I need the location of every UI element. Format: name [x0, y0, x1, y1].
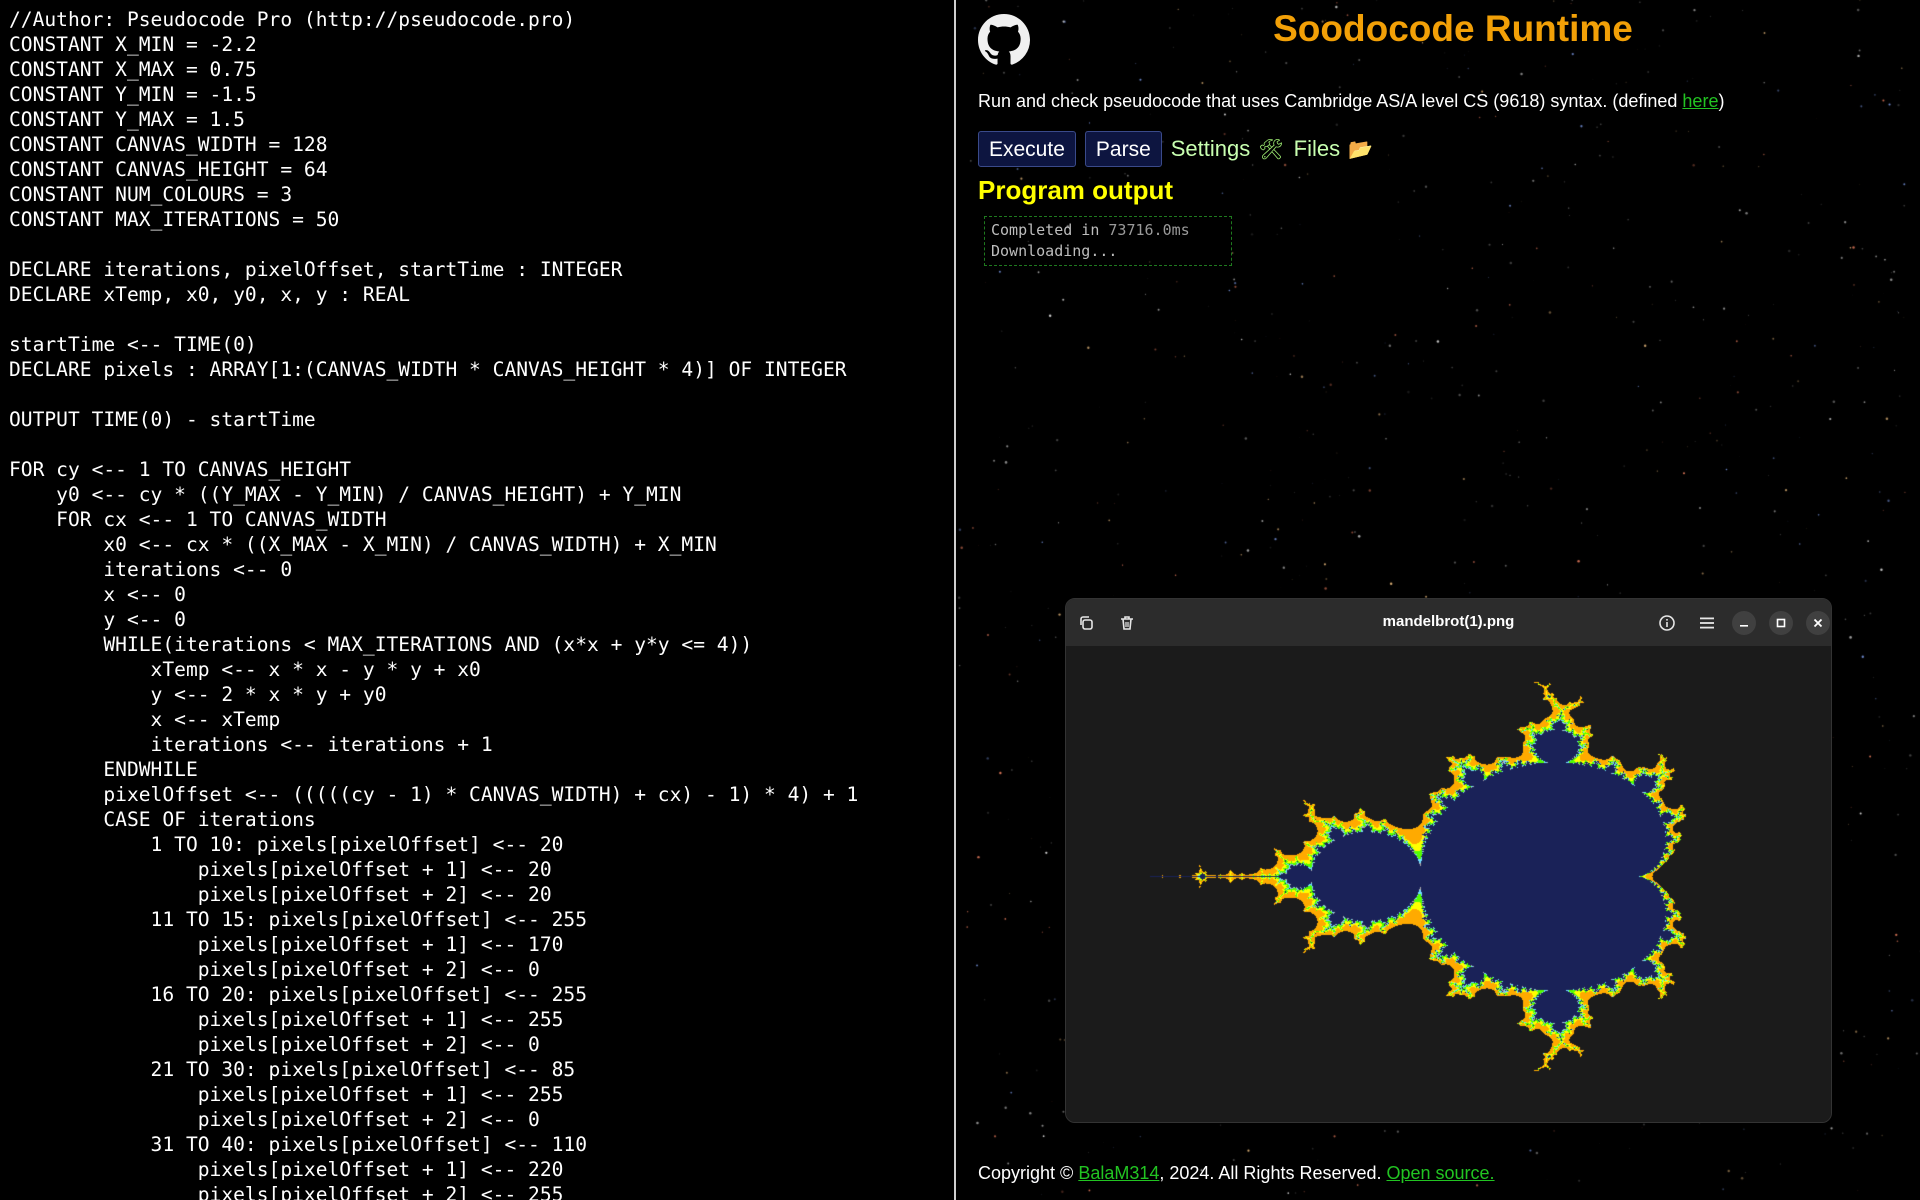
toolbar: Execute Parse Settings 🛠 Files 📂 [978, 131, 1383, 167]
code-line: 16 TO 20: pixels[pixelOffset] <-- 255 [9, 983, 588, 1006]
code-line: y <-- 0 [9, 608, 186, 631]
output-line-completed: Completed in 73716.0ms [991, 220, 1231, 241]
completed-text: Completed in [991, 221, 1109, 239]
viewer-titlebar[interactable]: mandelbrot(1).png [1066, 599, 1831, 647]
output-heading: Program output [978, 175, 1173, 205]
code-line: DECLARE iterations, pixelOffset, startTi… [9, 258, 623, 281]
code-line: 1 TO 10: pixels[pixelOffset] <-- 20 [9, 833, 564, 856]
code-line: 21 TO 30: pixels[pixelOffset] <-- 85 [9, 1058, 576, 1081]
files-button[interactable]: Files 📂 [1294, 136, 1373, 162]
copyright-suffix: , 2024. All Rights Reserved. [1159, 1163, 1387, 1183]
code-line: iterations <-- 0 [9, 558, 293, 581]
info-icon[interactable] [1654, 610, 1680, 636]
mandelbrot-image [1106, 676, 1746, 1076]
syntax-definition-link[interactable]: here [1682, 91, 1718, 111]
code-line: CASE OF iterations [9, 808, 316, 831]
code-line: FOR cy <-- 1 TO CANVAS_HEIGHT [9, 458, 352, 481]
code-line: xTemp <-- x * x - y * y + x0 [9, 658, 481, 681]
image-viewer-window[interactable]: mandelbrot(1).png [1065, 598, 1832, 1123]
code-line: pixels[pixelOffset + 1] <-- 20 [9, 858, 552, 881]
code-line: pixels[pixelOffset + 2] <-- 255 [9, 1183, 564, 1200]
open-source-link[interactable]: Open source. [1387, 1163, 1495, 1183]
code-line: pixels[pixelOffset + 2] <-- 0 [9, 958, 540, 981]
code-line: DECLARE xTemp, x0, y0, x, y : REAL [9, 283, 411, 306]
code-line: FOR cx <-- 1 TO CANVAS_WIDTH [9, 508, 387, 531]
code-line: //Author: Pseudocode Pro (http://pseudoc… [9, 8, 576, 31]
folder-icon: 📂 [1348, 138, 1373, 161]
code-line: 11 TO 15: pixels[pixelOffset] <-- 255 [9, 908, 588, 931]
code-line: CONSTANT CANVAS_HEIGHT = 64 [9, 158, 328, 181]
completed-time: 73716.0ms [1108, 221, 1190, 239]
code-line: CONSTANT NUM_COLOURS = 3 [9, 183, 293, 206]
code-line: pixelOffset <-- (((((cy - 1) * CANVAS_WI… [9, 783, 859, 806]
code-line: y0 <-- cy * ((Y_MAX - Y_MIN) / CANVAS_HE… [9, 483, 682, 506]
app-description: Run and check pseudocode that uses Cambr… [978, 91, 1724, 112]
code-line: OUTPUT TIME(0) - startTime [9, 408, 316, 431]
code-line: pixels[pixelOffset + 1] <-- 170 [9, 933, 564, 956]
app-title: Soodocode Runtime [1273, 8, 1633, 49]
code-line: x0 <-- cx * ((X_MAX - X_MIN) / CANVAS_WI… [9, 533, 717, 556]
code-line: x <-- xTemp [9, 708, 281, 731]
code-line: DECLARE pixels : ARRAY[1:(CANVAS_WIDTH *… [9, 358, 847, 381]
execute-button[interactable]: Execute [978, 131, 1076, 167]
code-editor[interactable]: //Author: Pseudocode Pro (http://pseudoc… [0, 0, 954, 1200]
author-link[interactable]: BalaM314 [1078, 1163, 1159, 1183]
code-line: CONSTANT X_MAX = 0.75 [9, 58, 257, 81]
code-line: CONSTANT MAX_ITERATIONS = 50 [9, 208, 340, 231]
code-line: y <-- 2 * x * y + y0 [9, 683, 387, 706]
minimize-icon[interactable] [1732, 611, 1756, 635]
code-line: pixels[pixelOffset + 1] <-- 255 [9, 1008, 564, 1031]
description-suffix: ) [1718, 91, 1725, 111]
code-line: 31 TO 40: pixels[pixelOffset] <-- 110 [9, 1133, 588, 1156]
code-line: CONSTANT X_MIN = -2.2 [9, 33, 257, 56]
code-line: CONSTANT CANVAS_WIDTH = 128 [9, 133, 328, 156]
output-line-downloading: Downloading... [991, 242, 1118, 260]
code-line: iterations <-- iterations + 1 [9, 733, 493, 756]
program-output: Completed in 73716.0ms Downloading... [984, 216, 1232, 266]
code-line: pixels[pixelOffset + 2] <-- 20 [9, 883, 552, 906]
hamburger-menu-icon[interactable] [1694, 610, 1720, 636]
settings-button[interactable]: Settings 🛠 [1171, 136, 1284, 162]
code-line: x <-- 0 [9, 583, 186, 606]
code-line: CONSTANT Y_MIN = -1.5 [9, 83, 257, 106]
code-line: CONSTANT Y_MAX = 1.5 [9, 108, 245, 131]
maximize-icon[interactable] [1769, 611, 1793, 635]
code-line: pixels[pixelOffset + 1] <-- 255 [9, 1083, 564, 1106]
viewer-image-area [1066, 646, 1831, 1122]
tools-icon: 🛠 [1258, 138, 1284, 161]
code-line: ENDWHILE [9, 758, 198, 781]
footer: Copyright © BalaM314, 2024. All Rights R… [978, 1163, 1495, 1184]
code-line: startTime <-- TIME(0) [9, 333, 257, 356]
files-label: Files [1293, 136, 1341, 161]
code-line: pixels[pixelOffset + 2] <-- 0 [9, 1108, 540, 1131]
description-text: Run and check pseudocode that uses Cambr… [978, 91, 1683, 111]
settings-label: Settings [1170, 136, 1251, 161]
code-line: pixels[pixelOffset + 1] <-- 220 [9, 1158, 564, 1181]
copyright-prefix: Copyright © [978, 1163, 1079, 1183]
code-line: pixels[pixelOffset + 2] <-- 0 [9, 1033, 540, 1056]
close-icon[interactable] [1806, 611, 1830, 635]
code-line: WHILE(iterations < MAX_ITERATIONS AND (x… [9, 633, 753, 656]
parse-button[interactable]: Parse [1084, 131, 1162, 167]
